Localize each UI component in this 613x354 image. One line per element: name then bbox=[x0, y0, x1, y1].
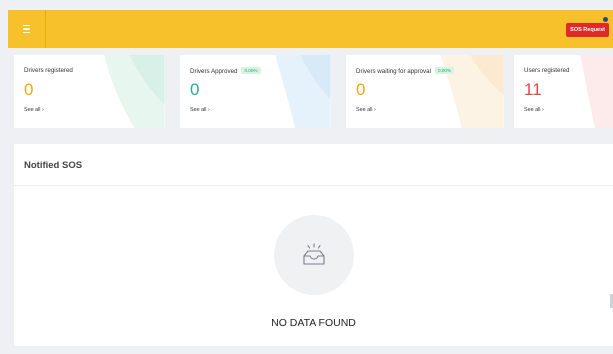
percent-badge: 0.00% bbox=[241, 67, 261, 74]
panel-divider bbox=[14, 185, 613, 186]
card-value: 0 bbox=[190, 80, 200, 99]
card-decoration bbox=[104, 55, 165, 128]
card-decoration bbox=[275, 55, 331, 128]
sos-request-button[interactable]: SOS Request bbox=[566, 23, 609, 37]
stats-cards: Drivers registered 0 See all › Drivers A… bbox=[14, 55, 613, 128]
hamburger-menu-icon[interactable] bbox=[16, 15, 36, 43]
card-title: Drivers waiting for approval 0.00% bbox=[356, 67, 454, 75]
empty-state-text: NO DATA FOUND bbox=[271, 317, 356, 329]
card-title: Users registered bbox=[524, 67, 570, 74]
stat-card-drivers-registered: Drivers registered 0 See all › bbox=[14, 55, 165, 128]
card-title: Drivers Approved 0.00% bbox=[190, 67, 261, 75]
see-all-link[interactable]: See all › bbox=[524, 107, 544, 113]
empty-state-illustration bbox=[274, 215, 354, 295]
card-value: 0 bbox=[356, 80, 366, 99]
card-value: 11 bbox=[524, 80, 542, 99]
percent-badge: 0.00% bbox=[434, 67, 454, 74]
card-decoration bbox=[580, 55, 613, 128]
top-bar: SOS Request bbox=[8, 10, 613, 48]
see-all-link[interactable]: See all › bbox=[190, 107, 210, 113]
stat-card-users-registered: Users registered 11 See all › bbox=[514, 55, 613, 128]
stat-card-drivers-waiting: Drivers waiting for approval 0.00% 0 See … bbox=[346, 55, 504, 128]
empty-inbox-icon bbox=[303, 243, 325, 265]
card-decoration bbox=[440, 55, 504, 128]
topbar-divider bbox=[45, 10, 46, 48]
notification-dot bbox=[603, 17, 608, 22]
see-all-link[interactable]: See all › bbox=[356, 107, 376, 113]
card-title: Drivers registered bbox=[24, 67, 73, 74]
card-value: 0 bbox=[24, 80, 34, 99]
panel-title: Notified SOS bbox=[24, 160, 83, 171]
stat-card-drivers-approved: Drivers Approved 0.00% 0 See all › bbox=[180, 55, 331, 128]
see-all-link[interactable]: See all › bbox=[24, 107, 44, 113]
